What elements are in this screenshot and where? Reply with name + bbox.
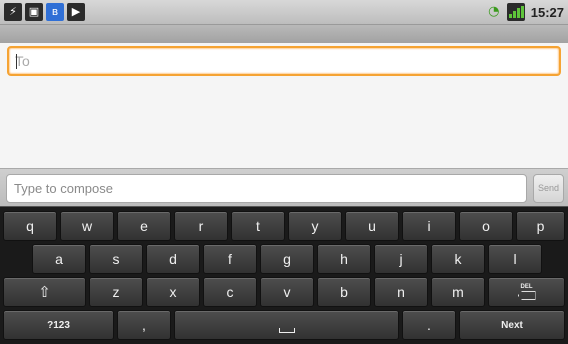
usb-icon: ⚡ — [4, 3, 22, 21]
key-l[interactable]: l — [488, 244, 542, 274]
signal-icon — [506, 3, 525, 21]
send-button[interactable]: Send — [533, 174, 564, 203]
status-bar: ⚡ ▣ ʙ ▶ ◔ 15:27 — [0, 0, 568, 25]
media-play-icon: ▶ — [67, 3, 85, 21]
key-n[interactable]: n — [374, 277, 428, 307]
title-strip — [0, 25, 568, 43]
space-icon — [278, 327, 295, 333]
system-icons: ◔ 15:27 — [485, 3, 564, 21]
delete-key[interactable]: DEL — [488, 277, 565, 307]
key-d[interactable]: d — [146, 244, 200, 274]
compose-content — [0, 43, 568, 168]
key-k[interactable]: k — [431, 244, 485, 274]
shift-key[interactable]: ⇧ — [3, 277, 86, 307]
keyboard-row-4: ?123 , . Next — [0, 309, 568, 341]
clock: 15:27 — [530, 4, 564, 20]
key-r[interactable]: r — [174, 211, 228, 241]
key-h[interactable]: h — [317, 244, 371, 274]
key-c[interactable]: c — [203, 277, 257, 307]
key-t[interactable]: t — [231, 211, 285, 241]
key-v[interactable]: v — [260, 277, 314, 307]
symbols-key[interactable]: ?123 — [3, 310, 114, 340]
key-g[interactable]: g — [260, 244, 314, 274]
to-field[interactable] — [7, 46, 561, 76]
key-p[interactable]: p — [516, 211, 565, 241]
compose-bar: Send — [0, 168, 568, 206]
key-m[interactable]: m — [431, 277, 485, 307]
key-s[interactable]: s — [89, 244, 143, 274]
bluetooth-icon: ʙ — [46, 3, 64, 21]
key-f[interactable]: f — [203, 244, 257, 274]
shift-icon: ⇧ — [38, 284, 51, 301]
notification-icons: ⚡ ▣ ʙ ▶ — [4, 3, 85, 21]
key-a[interactable]: a — [32, 244, 86, 274]
next-key[interactable]: Next — [459, 310, 565, 340]
space-key[interactable] — [174, 310, 399, 340]
keyboard-row-3: ⇧ z x c v b n m DEL — [0, 276, 568, 308]
keyboard-row-2: a s d f g h j k l — [0, 243, 568, 275]
comma-key[interactable]: , — [117, 310, 171, 340]
key-e[interactable]: e — [117, 211, 171, 241]
key-q[interactable]: q — [3, 211, 57, 241]
key-x[interactable]: x — [146, 277, 200, 307]
backspace-icon: DEL — [517, 284, 536, 300]
message-field[interactable] — [6, 174, 527, 203]
key-u[interactable]: u — [345, 211, 399, 241]
period-key[interactable]: . — [402, 310, 456, 340]
text-cursor — [16, 54, 17, 69]
key-z[interactable]: z — [89, 277, 143, 307]
wifi-icon: ◔ — [488, 4, 500, 19]
key-w[interactable]: w — [60, 211, 114, 241]
key-j[interactable]: j — [374, 244, 428, 274]
key-b[interactable]: b — [317, 277, 371, 307]
soft-keyboard: q w e r t y u i o p a s d f g h j k l ⇧ … — [0, 206, 568, 344]
key-y[interactable]: y — [288, 211, 342, 241]
keyboard-row-1: q w e r t y u i o p — [0, 210, 568, 242]
key-i[interactable]: i — [402, 211, 456, 241]
message-input[interactable] — [7, 175, 526, 202]
key-o[interactable]: o — [459, 211, 513, 241]
to-input[interactable] — [9, 48, 559, 74]
sd-card-icon: ▣ — [25, 3, 43, 21]
